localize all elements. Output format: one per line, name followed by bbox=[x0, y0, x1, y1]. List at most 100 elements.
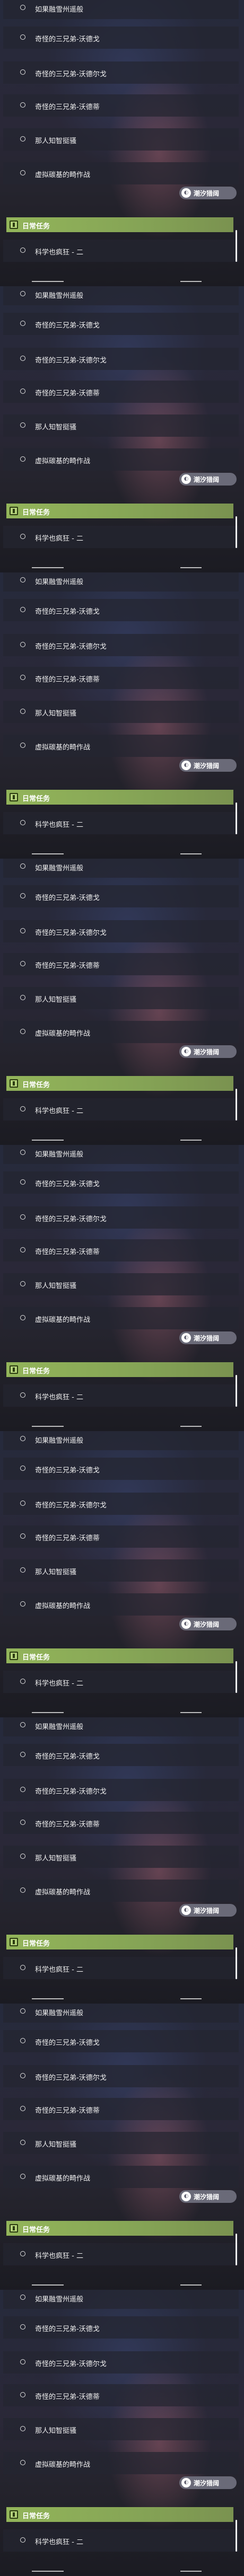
scrollbar-thumb[interactable] bbox=[236, 516, 237, 548]
task-label: 虚拟碳基的畸作战 bbox=[35, 1030, 91, 1038]
ring-icon bbox=[20, 2008, 25, 2014]
daily-tasks-header[interactable]: 日常任务 bbox=[6, 2221, 233, 2236]
scrollbar-thumb[interactable] bbox=[236, 1375, 237, 1407]
task-row[interactable]: 如果融雪州遥般 bbox=[3, 572, 239, 592]
task-row[interactable]: 如果融雪州遥般 bbox=[3, 2290, 239, 2309]
task-row[interactable]: 虚拟碳基的畸作战 bbox=[3, 1021, 239, 1043]
scrollbar-thumb[interactable] bbox=[236, 2520, 237, 2552]
ring-icon bbox=[20, 1501, 25, 1506]
task-row[interactable]: 那人知智挺骚 bbox=[3, 2418, 239, 2440]
task-row[interactable]: 奇怪的三兄弟-沃德戈 bbox=[3, 27, 239, 49]
scrollbar-thumb[interactable] bbox=[236, 802, 237, 834]
task-row[interactable]: 奇怪的三兄弟-沃德戈 bbox=[3, 1458, 239, 1480]
task-row[interactable]: 虚拟碳基的畸作战 bbox=[3, 735, 239, 757]
daily-task-row[interactable]: 科学也疯狂 - 二 bbox=[3, 2243, 239, 2265]
ring-icon bbox=[20, 1029, 25, 1034]
task-row[interactable]: 奇怪的三兄弟-沃德尔戈 bbox=[3, 2065, 239, 2087]
daily-task-row[interactable]: 科学也疯狂 - 二 bbox=[3, 1671, 239, 1693]
task-row[interactable]: 奇怪的三兄弟-沃德戈 bbox=[3, 885, 239, 907]
task-row[interactable]: 那人知智挺骚 bbox=[3, 128, 239, 151]
task-row[interactable]: 奇怪的三兄弟-沃德蒂 bbox=[3, 2098, 239, 2120]
calendar-icon bbox=[10, 2224, 18, 2233]
task-row[interactable]: 奇怪的三兄弟-沃德蒂 bbox=[3, 953, 239, 975]
task-row[interactable]: 奇怪的三兄弟-沃德戈 bbox=[3, 1744, 239, 1766]
daily-task-row[interactable]: 科学也疯狂 - 二 bbox=[3, 1098, 239, 1121]
task-row[interactable]: 奇怪的三兄弟-沃德蒂 bbox=[3, 2384, 239, 2406]
task-row[interactable]: 如果融雪州遥般 bbox=[3, 1145, 239, 1164]
task-row[interactable]: 那人知智挺骚 bbox=[3, 1846, 239, 1868]
task-row[interactable]: 奇怪的三兄弟-沃德蒂 bbox=[3, 381, 239, 403]
daily-task-row[interactable]: 科学也疯狂 - 二 bbox=[3, 1957, 239, 1979]
task-row[interactable]: 虚拟碳基的畸作战 bbox=[3, 2452, 239, 2474]
task-row[interactable]: 虚拟碳基的畸作战 bbox=[3, 1593, 239, 1616]
daily-task-label: 科学也疯狂 - 二 bbox=[35, 535, 83, 543]
task-row[interactable]: 如果融雪州遥般 bbox=[3, 286, 239, 305]
task-row[interactable]: 奇怪的三兄弟-沃德蒂 bbox=[3, 1525, 239, 1548]
task-row[interactable]: 如果融雪州遥般 bbox=[3, 859, 239, 878]
daily-task-row[interactable]: 科学也疯狂 - 二 bbox=[3, 812, 239, 834]
scrollbar-thumb[interactable] bbox=[236, 1089, 237, 1121]
daily-tasks-header[interactable]: 日常任务 bbox=[6, 790, 233, 805]
task-row[interactable]: 那人知智挺骚 bbox=[3, 1559, 239, 1582]
quest-panel: 如果融雪州遥般 奇怪的三兄弟-沃德戈 奇怪的三兄弟-沃德尔戈 奇怪的三兄弟-沃德蒂 那人… bbox=[0, 286, 244, 572]
task-label: 如果融雪州遥般 bbox=[35, 1437, 84, 1445]
task-row[interactable]: 奇怪的三兄弟-沃德戈 bbox=[3, 313, 239, 335]
task-row[interactable]: 奇怪的三兄弟-沃德尔戈 bbox=[3, 1206, 239, 1229]
daily-task-row[interactable]: 科学也疯狂 - 二 bbox=[3, 240, 239, 262]
task-row[interactable]: 奇怪的三兄弟-沃德蒂 bbox=[3, 94, 239, 117]
scrollbar-thumb[interactable] bbox=[236, 1661, 237, 1693]
task-row[interactable]: 奇怪的三兄弟-沃德戈 bbox=[3, 2316, 239, 2339]
divider bbox=[180, 1140, 202, 1141]
scrollbar-thumb[interactable] bbox=[236, 230, 237, 262]
task-row[interactable]: 那人知智挺骚 bbox=[3, 1273, 239, 1295]
task-row[interactable]: 奇怪的三兄弟-沃德尔戈 bbox=[3, 2351, 239, 2374]
daily-task-label: 科学也疯狂 - 二 bbox=[35, 2538, 83, 2546]
scrollbar-thumb[interactable] bbox=[236, 1947, 237, 1979]
task-row[interactable]: 虚拟碳基的畸作战 bbox=[3, 2166, 239, 2188]
ring-icon bbox=[20, 422, 25, 428]
task-row[interactable]: 奇怪的三兄弟-沃德戈 bbox=[3, 1171, 239, 1194]
ring-icon bbox=[20, 2537, 25, 2543]
task-row[interactable]: 那人知智挺骚 bbox=[3, 2132, 239, 2154]
task-row[interactable]: 奇怪的三兄弟-沃德尔戈 bbox=[3, 1493, 239, 1515]
task-label: 奇怪的三兄弟-沃德尔戈 bbox=[35, 1788, 107, 1796]
task-row[interactable]: 奇怪的三兄弟-沃德戈 bbox=[3, 2030, 239, 2052]
daily-tasks-header[interactable]: 日常任务 bbox=[6, 1648, 233, 1663]
task-row[interactable]: 如果融雪州遥般 bbox=[3, 0, 239, 19]
task-row[interactable]: 虚拟碳基的畸作战 bbox=[3, 1307, 239, 1329]
task-row[interactable]: 奇怪的三兄弟-沃德尔戈 bbox=[3, 634, 239, 656]
task-row[interactable]: 那人知智挺骚 bbox=[3, 414, 239, 437]
task-row[interactable]: 虚拟碳基的畸作战 bbox=[3, 1880, 239, 1902]
daily-tasks-header[interactable]: 日常任务 bbox=[6, 1076, 233, 1091]
task-row[interactable]: 奇怪的三兄弟-沃德蒂 bbox=[3, 667, 239, 689]
task-row[interactable]: 虚拟碳基的畸作战 bbox=[3, 162, 239, 184]
daily-tasks-header[interactable]: 日常任务 bbox=[6, 1362, 233, 1377]
task-row[interactable]: 奇怪的三兄弟-沃德尔戈 bbox=[3, 61, 239, 84]
daily-tasks-header[interactable]: 日常任务 bbox=[6, 2507, 233, 2522]
daily-tasks-header[interactable]: 日常任务 bbox=[6, 217, 233, 232]
task-row[interactable]: 奇怪的三兄弟-沃德戈 bbox=[3, 599, 239, 621]
daily-task-row[interactable]: 科学也疯狂 - 二 bbox=[3, 1384, 239, 1407]
scrollbar-thumb[interactable] bbox=[236, 2234, 237, 2265]
ring-icon bbox=[20, 2426, 25, 2431]
task-row[interactable]: 奇怪的三兄弟-沃德尔戈 bbox=[3, 1779, 239, 1801]
task-row[interactable]: 那人知智挺骚 bbox=[3, 987, 239, 1009]
badge-pill: ◐ 潮汐猎阔 bbox=[179, 187, 237, 199]
daily-task-row[interactable]: 科学也疯狂 - 二 bbox=[3, 526, 239, 548]
daily-tasks-header[interactable]: 日常任务 bbox=[6, 1935, 233, 1949]
task-row[interactable]: 奇怪的三兄弟-沃德尔戈 bbox=[3, 920, 239, 942]
badge-pill: ◐ 潮汐猎阔 bbox=[179, 1331, 237, 1344]
task-row[interactable]: 如果融雪州遥般 bbox=[3, 1431, 239, 1450]
task-row[interactable]: 如果融雪州遥般 bbox=[3, 2004, 239, 2023]
daily-task-row[interactable]: 科学也疯狂 - 二 bbox=[3, 2529, 239, 2552]
task-row[interactable]: 奇怪的三兄弟-沃德蒂 bbox=[3, 1239, 239, 1261]
daily-tasks-header[interactable]: 日常任务 bbox=[6, 504, 233, 518]
task-row[interactable]: 那人知智挺骚 bbox=[3, 701, 239, 723]
task-row[interactable]: 如果融雪州遥般 bbox=[3, 1717, 239, 1736]
task-row[interactable]: 虚拟碳基的畸作战 bbox=[3, 448, 239, 471]
circle-logo-icon: ◐ bbox=[181, 1905, 191, 1915]
task-label: 奇怪的三兄弟-沃德蒂 bbox=[35, 1248, 100, 1256]
task-row[interactable]: 奇怪的三兄弟-沃德尔戈 bbox=[3, 348, 239, 370]
task-row[interactable]: 奇怪的三兄弟-沃德蒂 bbox=[3, 1812, 239, 1834]
daily-task-label: 科学也疯狂 - 二 bbox=[35, 1966, 83, 1974]
